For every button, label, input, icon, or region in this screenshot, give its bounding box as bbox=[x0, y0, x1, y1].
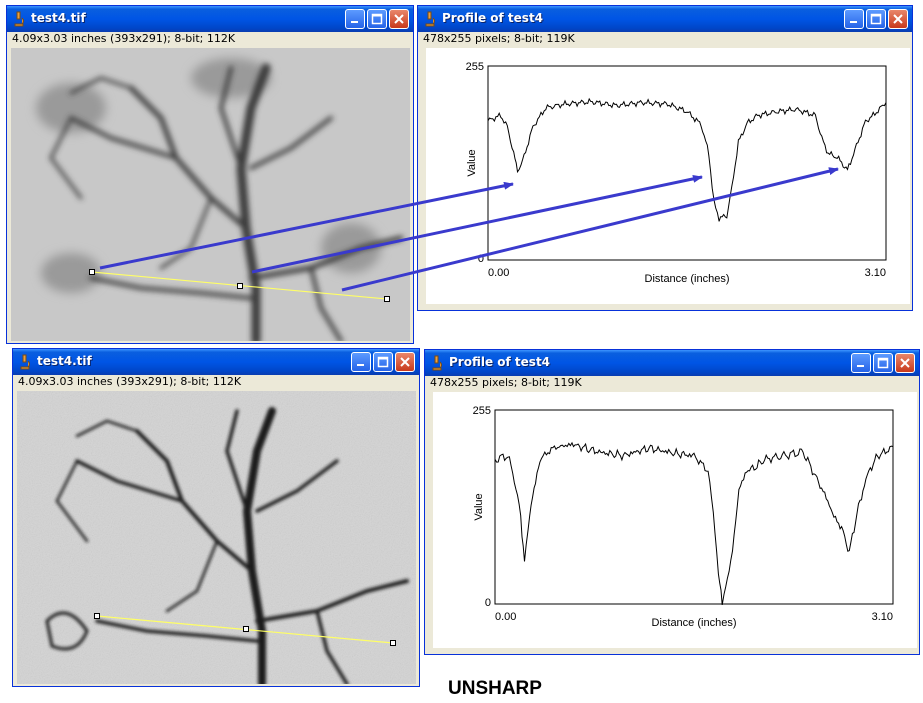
x-tick-label: 0.00 bbox=[495, 611, 516, 623]
maximize-button[interactable] bbox=[873, 353, 893, 373]
microscope-icon bbox=[20, 354, 30, 370]
y-tick-label: 0 bbox=[478, 253, 484, 265]
maximize-button[interactable] bbox=[866, 9, 886, 29]
image-canvas[interactable] bbox=[17, 391, 416, 684]
minimize-icon bbox=[351, 21, 358, 23]
window-title: Profile of test4 bbox=[449, 355, 551, 369]
minimize-icon bbox=[850, 21, 857, 23]
close-icon bbox=[893, 14, 903, 24]
close-button[interactable] bbox=[395, 352, 415, 372]
plot-frame bbox=[487, 65, 887, 261]
y-tick-label: 255 bbox=[466, 61, 484, 73]
image-window-top[interactable]: test4.tif 4.09x3.03 inches (393x291); 8-… bbox=[6, 5, 414, 344]
x-axis-label: Distance (inches) bbox=[652, 617, 737, 629]
profile-chart: 255 0 0.00 3.10 Distance (inches) Value bbox=[473, 405, 894, 629]
y-axis-label: Value bbox=[473, 493, 485, 520]
close-button[interactable] bbox=[389, 9, 409, 29]
close-button[interactable] bbox=[888, 9, 908, 29]
title-bar[interactable]: Profile of test4 bbox=[418, 6, 912, 32]
y-tick-label: 255 bbox=[473, 405, 491, 417]
title-bar[interactable]: test4.tif bbox=[7, 6, 413, 32]
image-window-bottom[interactable]: test4.tif 4.09x3.03 inches (393x291); 8-… bbox=[12, 348, 420, 687]
image-info: 4.09x3.03 inches (393x291); 8-bit; 112K bbox=[12, 32, 236, 45]
close-button[interactable] bbox=[895, 353, 915, 373]
window-title: test4.tif bbox=[37, 354, 92, 368]
profile-window-top[interactable]: Profile of test4 478x255 pixels; 8-bit; … bbox=[417, 5, 913, 311]
title-bar[interactable]: test4.tif bbox=[13, 349, 419, 375]
minimize-button[interactable] bbox=[351, 352, 371, 372]
y-tick-label: 0 bbox=[485, 597, 491, 609]
x-tick-label: 3.10 bbox=[872, 611, 893, 623]
title-bar[interactable]: Profile of test4 bbox=[425, 350, 919, 376]
maximize-icon bbox=[377, 356, 389, 368]
maximize-icon bbox=[877, 357, 889, 369]
micrograph-image-sharpened bbox=[17, 391, 416, 684]
y-axis-label: Value bbox=[466, 149, 478, 176]
close-icon bbox=[400, 357, 410, 367]
window-title: test4.tif bbox=[31, 11, 86, 25]
minimize-icon bbox=[857, 365, 864, 367]
image-info: 4.09x3.03 inches (393x291); 8-bit; 112K bbox=[18, 375, 242, 388]
profile-info: 478x255 pixels; 8-bit; 119K bbox=[430, 376, 582, 389]
micrograph-image bbox=[11, 48, 410, 341]
minimize-button[interactable] bbox=[844, 9, 864, 29]
maximize-icon bbox=[870, 13, 882, 25]
caption-label: UNSHARP bbox=[448, 678, 542, 699]
x-tick-label: 0.00 bbox=[488, 267, 509, 279]
microscope-icon bbox=[432, 355, 442, 371]
close-icon bbox=[900, 358, 910, 368]
window-title: Profile of test4 bbox=[442, 11, 544, 25]
maximize-button[interactable] bbox=[373, 352, 393, 372]
microscope-icon bbox=[425, 11, 435, 27]
profile-plot[interactable]: 255 0 0.00 3.10 Distance (inches) Value bbox=[426, 48, 910, 304]
microscope-icon bbox=[14, 11, 24, 27]
minimize-button[interactable] bbox=[345, 9, 365, 29]
plot-frame bbox=[494, 409, 894, 605]
x-tick-label: 3.10 bbox=[865, 267, 886, 279]
profile-plot[interactable]: 255 0 0.00 3.10 Distance (inches) Value bbox=[433, 392, 917, 648]
minimize-button[interactable] bbox=[851, 353, 871, 373]
image-canvas[interactable] bbox=[11, 48, 410, 341]
profile-info: 478x255 pixels; 8-bit; 119K bbox=[423, 32, 575, 45]
profile-chart: 255 0 0.00 3.10 Distance (inches) Value bbox=[466, 61, 887, 285]
maximize-icon bbox=[371, 13, 383, 25]
profile-window-bottom[interactable]: Profile of test4 478x255 pixels; 8-bit; … bbox=[424, 349, 920, 655]
minimize-icon bbox=[357, 364, 364, 366]
x-axis-label: Distance (inches) bbox=[645, 273, 730, 285]
close-icon bbox=[394, 14, 404, 24]
maximize-button[interactable] bbox=[367, 9, 387, 29]
